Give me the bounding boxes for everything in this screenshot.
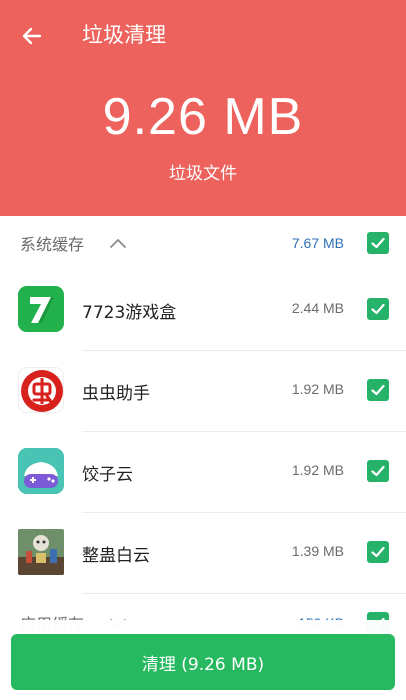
total-junk-size: 9.26 MB bbox=[102, 88, 304, 146]
app-checkbox[interactable] bbox=[367, 541, 389, 563]
checkmark-icon bbox=[371, 237, 385, 249]
checkmark-icon bbox=[371, 384, 385, 396]
divider bbox=[82, 593, 406, 594]
section-title: 系统缓存 bbox=[20, 235, 85, 254]
app-size: 1.92 MB bbox=[291, 381, 344, 397]
app-name: 饺子云 bbox=[82, 465, 133, 485]
section-system-cache[interactable]: 系统缓存 7.67 MB bbox=[0, 216, 406, 270]
arrow-left-icon bbox=[22, 27, 42, 45]
chongchong-app-icon bbox=[18, 367, 64, 413]
app-checkbox[interactable] bbox=[367, 460, 389, 482]
app-name: 虫虫助手 bbox=[82, 384, 150, 404]
section-size: 7.67 MB bbox=[291, 235, 344, 251]
app-checkbox[interactable] bbox=[367, 379, 389, 401]
back-button[interactable] bbox=[14, 18, 50, 54]
app-size: 1.39 MB bbox=[291, 543, 344, 559]
section-checkbox[interactable] bbox=[367, 232, 389, 254]
app-name: 整蛊白云 bbox=[82, 546, 150, 566]
clean-button[interactable]: 清理 (9.26 MB) bbox=[11, 634, 395, 690]
list-item[interactable]: 整蛊白云 1.39 MB bbox=[0, 513, 406, 594]
header: 垃圾清理 9.26 MB 垃圾文件 bbox=[0, 0, 406, 216]
total-junk-caption: 垃圾文件 bbox=[169, 164, 237, 184]
checkmark-icon bbox=[371, 465, 385, 477]
7723-app-icon bbox=[18, 286, 64, 332]
checkmark-icon bbox=[371, 546, 385, 558]
app-name: 7723游戏盒 bbox=[82, 303, 177, 323]
list-item[interactable]: 饺子云 1.92 MB bbox=[0, 432, 406, 513]
app-size: 1.92 MB bbox=[291, 462, 344, 478]
app-checkbox[interactable] bbox=[367, 298, 389, 320]
chevron-up-icon[interactable] bbox=[108, 235, 128, 251]
page-title: 垃圾清理 bbox=[82, 23, 166, 47]
jiaoziyun-app-icon bbox=[18, 448, 64, 494]
list-item[interactable]: 虫虫助手 1.92 MB bbox=[0, 351, 406, 432]
zhenggu-baiyun-app-icon bbox=[18, 529, 64, 575]
checkmark-icon bbox=[371, 303, 385, 315]
list-item[interactable]: 7723游戏盒 2.44 MB bbox=[0, 270, 406, 351]
bottom-action-bar: 清理 (9.26 MB) bbox=[0, 620, 406, 700]
app-size: 2.44 MB bbox=[291, 300, 344, 316]
